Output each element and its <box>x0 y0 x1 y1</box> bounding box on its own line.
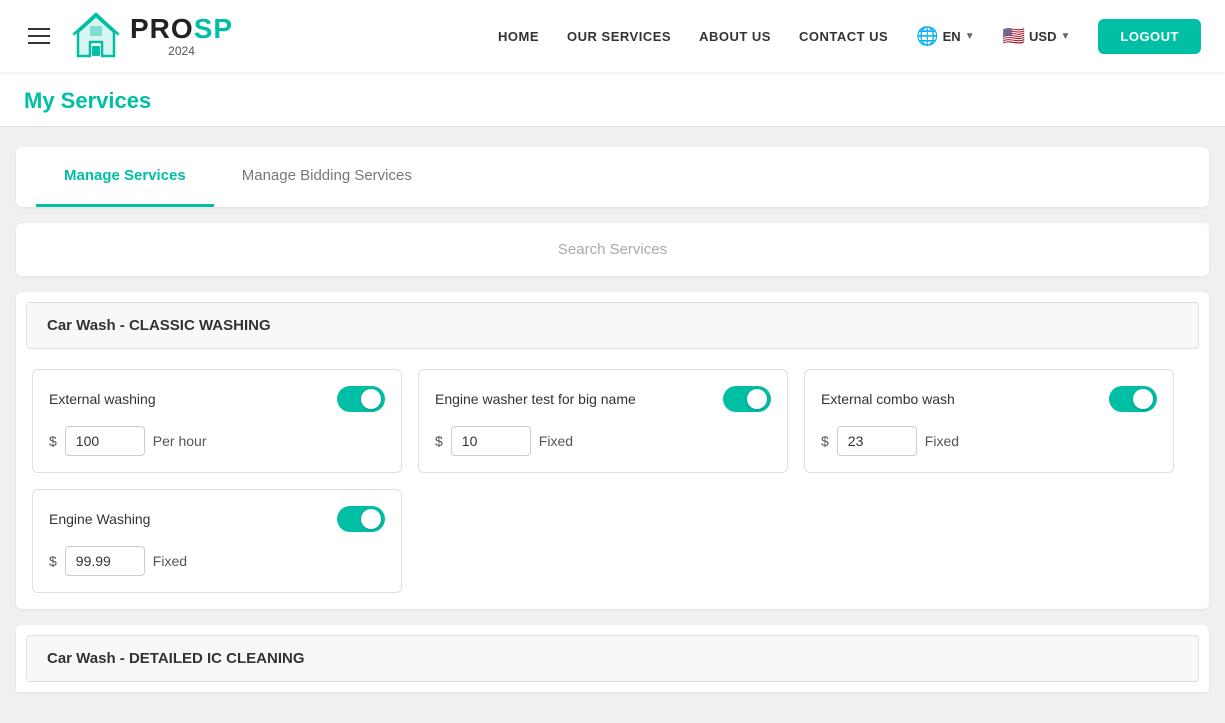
price-input-0-3[interactable] <box>65 546 145 576</box>
search-bar-container <box>16 223 1209 276</box>
price-input-0-0[interactable] <box>65 426 145 456</box>
logo-prosp: PROSP <box>130 15 233 43</box>
price-type-0-1: Fixed <box>539 433 573 449</box>
service-card-header-0-3: Engine Washing <box>49 506 385 532</box>
nav-contact-us[interactable]: CONTACT US <box>799 29 888 44</box>
service-card-0-2: External combo wash $ Fixed <box>804 369 1174 473</box>
header-left: PROSP 2024 <box>24 10 233 62</box>
price-type-0-3: Fixed <box>153 553 187 569</box>
logo-sp: SP <box>194 13 233 44</box>
service-card-0-1: Engine washer test for big name $ Fixed <box>418 369 788 473</box>
service-group-header-1: Car Wash - DETAILED IC CLEANING <box>26 635 1199 682</box>
service-group-0: Car Wash - CLASSIC WASHING External wash… <box>16 292 1209 609</box>
service-card-0-0: External washing $ Per hour <box>32 369 402 473</box>
service-card-header-0-2: External combo wash <box>821 386 1157 412</box>
main-content: Manage Services Manage Bidding Services … <box>0 127 1225 723</box>
logo-text: PROSP 2024 <box>130 15 233 57</box>
service-name-0-0: External washing <box>49 391 156 407</box>
nav-home[interactable]: HOME <box>498 29 539 44</box>
price-type-0-0: Per hour <box>153 433 207 449</box>
tab-manage-services[interactable]: Manage Services <box>36 147 214 207</box>
price-input-0-1[interactable] <box>451 426 531 456</box>
currency-symbol-0-1: $ <box>435 433 443 449</box>
currency-label: USD <box>1029 29 1056 44</box>
tabs-container: Manage Services Manage Bidding Services <box>16 147 1209 207</box>
currency-symbol-0-2: $ <box>821 433 829 449</box>
service-card-header-0-1: Engine washer test for big name <box>435 386 771 412</box>
language-selector[interactable]: 🌐 EN ▼ <box>916 26 974 47</box>
logo-pro: PRO <box>130 13 194 44</box>
lang-chevron-icon: ▼ <box>965 31 975 42</box>
logo-year: 2024 <box>130 45 233 57</box>
price-input-0-2[interactable] <box>837 426 917 456</box>
tab-manage-bidding-services[interactable]: Manage Bidding Services <box>214 147 440 207</box>
logout-button[interactable]: LOGOUT <box>1098 19 1201 54</box>
logo-icon <box>70 10 122 62</box>
currency-chevron-icon: ▼ <box>1060 31 1070 42</box>
toggle-external-combo[interactable] <box>1109 386 1157 412</box>
page-title: My Services <box>24 88 1201 114</box>
lang-label: EN <box>943 29 961 44</box>
price-row-0-3: $ Fixed <box>49 546 385 576</box>
service-cards-0: External washing $ Per hour Engine washe… <box>16 359 1209 609</box>
nav-about-us[interactable]: ABOUT US <box>699 29 771 44</box>
service-group-header-0: Car Wash - CLASSIC WASHING <box>26 302 1199 349</box>
header-nav: HOME OUR SERVICES ABOUT US CONTACT US 🌐 … <box>498 19 1201 54</box>
currency-symbol-0-3: $ <box>49 553 57 569</box>
page-title-bar: My Services <box>0 72 1225 127</box>
price-row-0-2: $ Fixed <box>821 426 1157 456</box>
service-name-0-2: External combo wash <box>821 391 955 407</box>
toggle-engine-washer-test[interactable] <box>723 386 771 412</box>
service-name-0-3: Engine Washing <box>49 511 150 527</box>
logo: PROSP 2024 <box>70 10 233 62</box>
search-input[interactable] <box>20 227 1205 272</box>
toggle-engine-washing[interactable] <box>337 506 385 532</box>
currency-selector[interactable]: 🇺🇸 USD ▼ <box>1003 26 1071 47</box>
price-type-0-2: Fixed <box>925 433 959 449</box>
hamburger-menu[interactable] <box>24 24 54 48</box>
service-group-1: Car Wash - DETAILED IC CLEANING <box>16 625 1209 692</box>
toggle-external-washing[interactable] <box>337 386 385 412</box>
nav-our-services[interactable]: OUR SERVICES <box>567 29 671 44</box>
header: PROSP 2024 HOME OUR SERVICES ABOUT US CO… <box>0 0 1225 72</box>
currency-flag-icon: 🇺🇸 <box>1003 26 1025 47</box>
service-card-0-3: Engine Washing $ Fixed <box>32 489 402 593</box>
tabs: Manage Services Manage Bidding Services <box>36 147 1189 207</box>
price-row-0-1: $ Fixed <box>435 426 771 456</box>
globe-icon: 🌐 <box>916 26 938 47</box>
currency-symbol-0-0: $ <box>49 433 57 449</box>
service-card-header-0-0: External washing <box>49 386 385 412</box>
service-name-0-1: Engine washer test for big name <box>435 391 636 407</box>
price-row-0-0: $ Per hour <box>49 426 385 456</box>
